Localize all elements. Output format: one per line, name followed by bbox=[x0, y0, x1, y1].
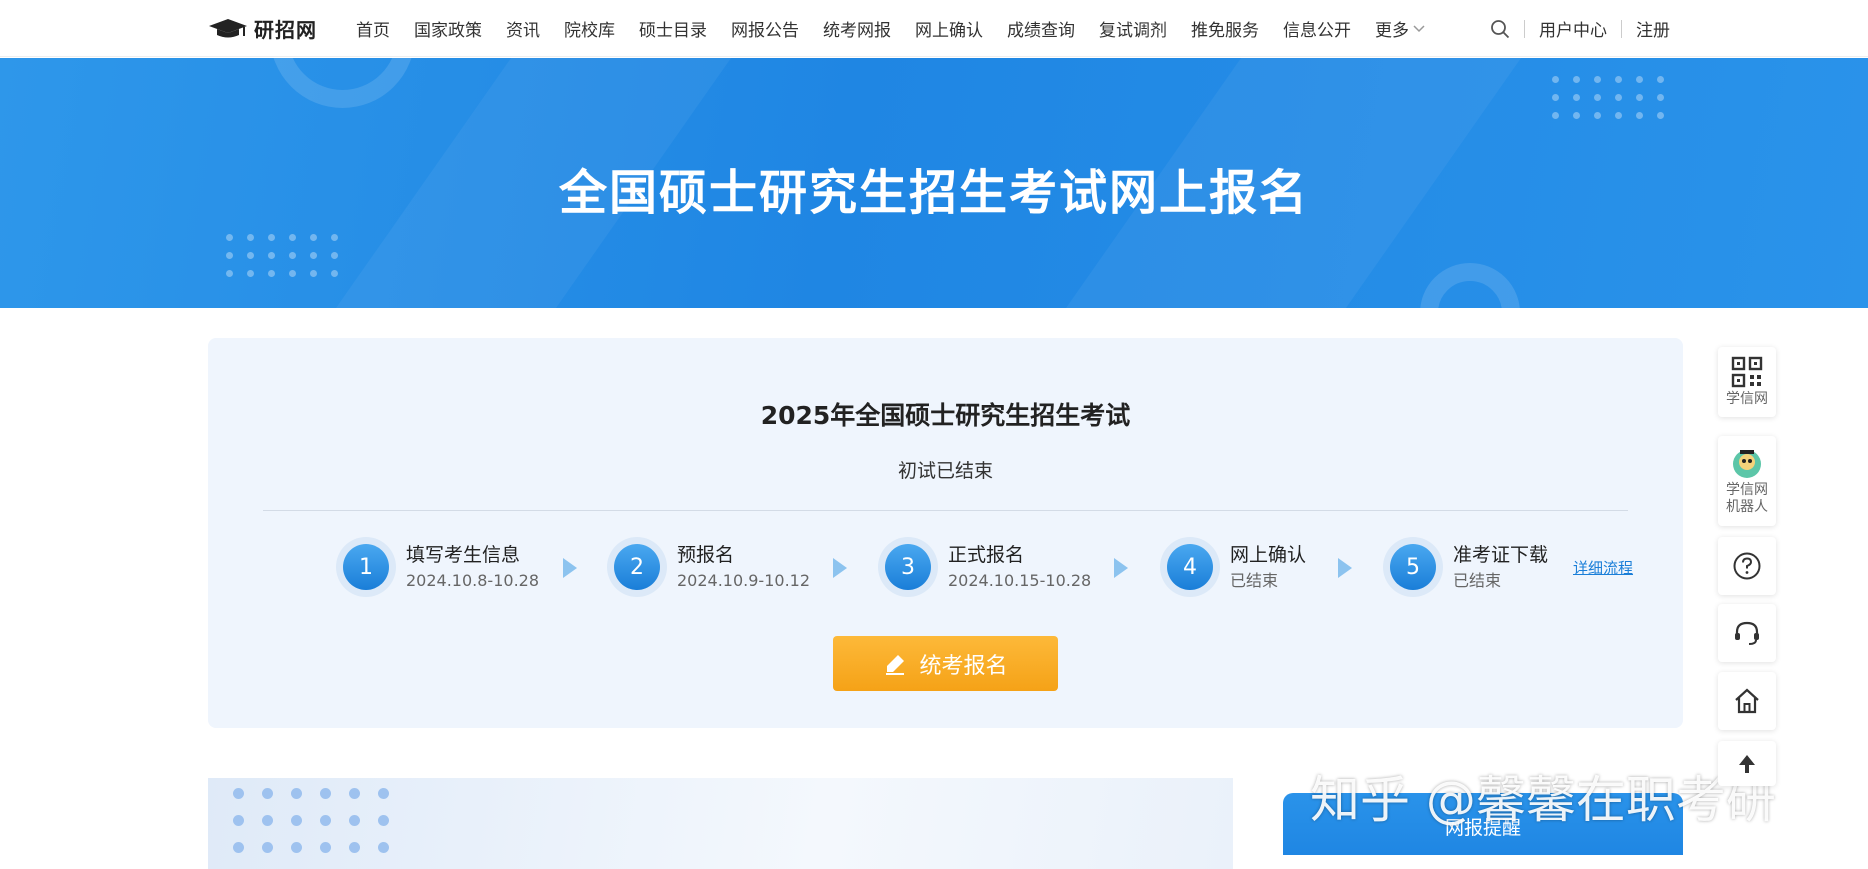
watermark: 知乎 @馨馨在职考研 bbox=[1310, 771, 1776, 829]
step-number: 1 bbox=[343, 544, 389, 590]
robot-avatar-icon bbox=[1733, 449, 1761, 478]
step-4: 4 网上确认 已结束 bbox=[1160, 534, 1306, 600]
nav-more-label: 更多 bbox=[1375, 21, 1409, 41]
nav-item-online-confirm[interactable]: 网上确认 bbox=[915, 16, 983, 41]
nav-item-retest[interactable]: 复试调剂 bbox=[1099, 16, 1167, 41]
step-5: 5 准考证下载 已结束 bbox=[1383, 534, 1548, 600]
top-navigation: 研招网 首页 国家政策 资讯 院校库 硕士目录 网报公告 统考网报 网上确认 成… bbox=[0, 0, 1868, 57]
exam-registration-card: 2025年全国硕士研究生招生考试 初试已结束 1 填写考生信息 2024.10.… bbox=[208, 338, 1683, 728]
step-number-circle: 1 bbox=[336, 537, 396, 597]
chevron-down-icon bbox=[1413, 24, 1425, 32]
nav-item-catalog[interactable]: 硕士目录 bbox=[639, 16, 707, 41]
nav-item-announcements[interactable]: 网报公告 bbox=[731, 16, 799, 41]
search-icon[interactable] bbox=[1490, 19, 1510, 39]
question-icon bbox=[1733, 552, 1761, 580]
step-date: 2024.10.15-10.28 bbox=[948, 571, 1092, 590]
step-1: 1 填写考生信息 2024.10.8-10.28 bbox=[336, 534, 539, 600]
logo-text: 研招网 bbox=[254, 17, 317, 42]
xuexin-robot-button[interactable]: 学信网 机器人 bbox=[1718, 436, 1776, 526]
xuexin-label: 学信网 bbox=[1726, 391, 1768, 407]
customer-service-button[interactable] bbox=[1718, 604, 1776, 662]
hero-banner: 全国硕士研究生招生考试网上报名 bbox=[0, 58, 1868, 308]
step-number-circle: 2 bbox=[607, 537, 667, 597]
exam-signup-label: 统考报名 bbox=[919, 653, 1008, 679]
divider bbox=[1524, 19, 1525, 38]
nav-item-recommend[interactable]: 推免服务 bbox=[1191, 16, 1259, 41]
qrcode-icon bbox=[1731, 356, 1763, 388]
robot-label-line-2: 机器人 bbox=[1726, 498, 1768, 515]
register-link[interactable]: 注册 bbox=[1636, 16, 1670, 41]
xuexin-qr-button[interactable]: 学信网 bbox=[1718, 347, 1776, 417]
step-date: 2024.10.8-10.28 bbox=[406, 571, 540, 590]
help-button[interactable] bbox=[1718, 537, 1776, 595]
robot-label: 学信网 机器人 bbox=[1726, 482, 1768, 516]
step-arrow-icon bbox=[1114, 558, 1128, 578]
banner-ring-decoration bbox=[1420, 263, 1520, 308]
nav-item-policy[interactable]: 国家政策 bbox=[414, 16, 482, 41]
nav-item-news[interactable]: 资讯 bbox=[506, 16, 540, 41]
nav-item-exam-registration[interactable]: 统考网报 bbox=[823, 16, 891, 41]
step-title: 正式报名 bbox=[948, 544, 1025, 566]
step-number: 4 bbox=[1167, 544, 1213, 590]
user-center-link[interactable]: 用户中心 bbox=[1539, 16, 1607, 41]
pencil-icon bbox=[886, 654, 905, 675]
arrow-up-icon bbox=[1739, 754, 1755, 773]
step-number: 5 bbox=[1390, 544, 1436, 590]
step-number-circle: 4 bbox=[1160, 537, 1220, 597]
nav-more-dropdown[interactable]: 更多 bbox=[1375, 16, 1425, 41]
step-title: 填写考生信息 bbox=[406, 544, 521, 566]
step-arrow-icon bbox=[1338, 558, 1352, 578]
step-arrow-icon bbox=[833, 558, 847, 578]
step-number-circle: 3 bbox=[878, 537, 938, 597]
home-button[interactable] bbox=[1718, 672, 1776, 730]
step-number: 2 bbox=[614, 544, 660, 590]
user-actions: 用户中心 注册 bbox=[1490, 0, 1670, 57]
robot-label-line-1: 学信网 bbox=[1726, 481, 1768, 498]
nav-item-home[interactable]: 首页 bbox=[356, 16, 390, 41]
dots-decoration bbox=[233, 788, 389, 853]
bottom-banner bbox=[208, 778, 1233, 869]
exam-status: 初试已结束 bbox=[897, 460, 993, 482]
main-menu: 首页 国家政策 资讯 院校库 硕士目录 网报公告 统考网报 网上确认 成绩查询 … bbox=[356, 0, 1455, 57]
step-title: 网上确认 bbox=[1230, 544, 1307, 566]
step-date: 已结束 bbox=[1230, 571, 1279, 590]
nav-item-info-public[interactable]: 信息公开 bbox=[1283, 16, 1351, 41]
banner-dots-decoration bbox=[226, 234, 338, 277]
step-number-circle: 5 bbox=[1383, 537, 1443, 597]
detail-process-link[interactable]: 详细流程 bbox=[1573, 557, 1633, 578]
nav-item-schools[interactable]: 院校库 bbox=[564, 16, 615, 41]
step-number: 3 bbox=[885, 544, 931, 590]
step-title: 准考证下载 bbox=[1453, 544, 1549, 566]
step-2: 2 预报名 2024.10.9-10.12 bbox=[607, 534, 810, 600]
home-icon bbox=[1735, 688, 1759, 714]
divider bbox=[1621, 19, 1622, 38]
divider bbox=[263, 510, 1628, 511]
step-3: 3 正式报名 2024.10.15-10.28 bbox=[878, 534, 1091, 600]
step-title: 预报名 bbox=[677, 544, 735, 566]
headset-icon bbox=[1735, 621, 1759, 645]
exam-title: 2025年全国硕士研究生招生考试 bbox=[760, 401, 1131, 430]
back-to-top-button[interactable] bbox=[1718, 741, 1776, 786]
banner-ring-decoration bbox=[270, 58, 415, 108]
nav-item-score-query[interactable]: 成绩查询 bbox=[1007, 16, 1075, 41]
exam-signup-button[interactable]: 统考报名 bbox=[833, 636, 1058, 691]
step-date: 2024.10.9-10.12 bbox=[677, 571, 811, 590]
step-arrow-icon bbox=[563, 558, 577, 578]
banner-dots-decoration bbox=[1552, 76, 1664, 119]
banner-title: 全国硕士研究生招生考试网上报名 bbox=[558, 165, 1309, 221]
site-logo[interactable]: 研招网 bbox=[208, 13, 317, 43]
step-date: 已结束 bbox=[1453, 571, 1502, 590]
graduation-cap-icon bbox=[209, 19, 247, 38]
